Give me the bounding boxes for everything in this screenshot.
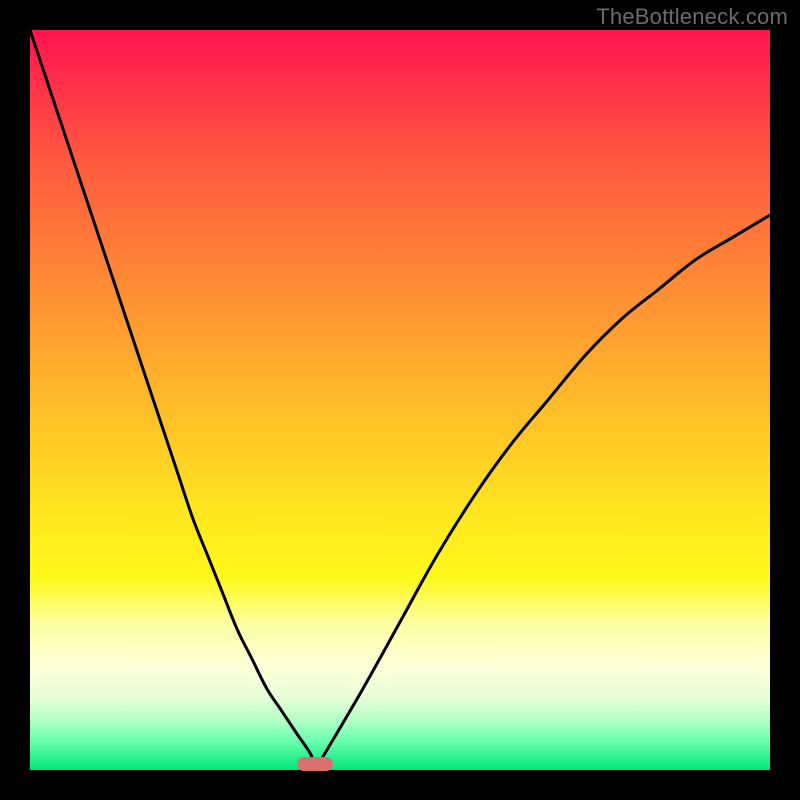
minimum-marker: [297, 757, 333, 771]
watermark-text: TheBottleneck.com: [596, 4, 788, 30]
bottleneck-curve: [30, 30, 770, 770]
plot-area: [30, 30, 770, 770]
chart-frame: TheBottleneck.com: [0, 0, 800, 800]
